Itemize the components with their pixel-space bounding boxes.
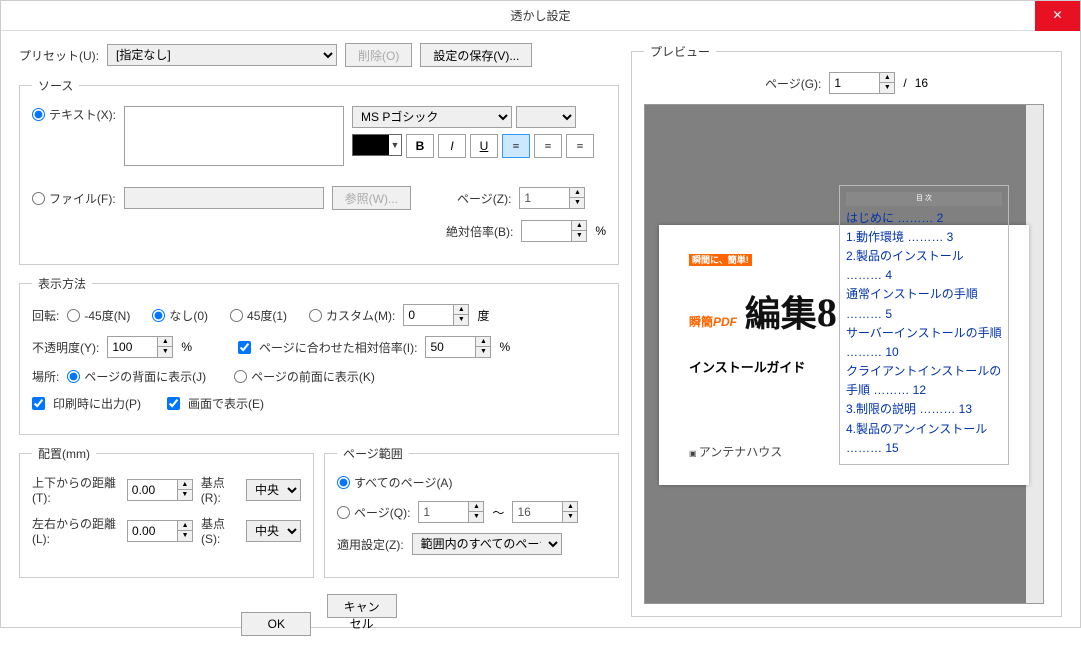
left-distance-input[interactable] [127, 520, 177, 542]
preview-page-spinner[interactable]: ▲▼ [829, 72, 895, 94]
up-icon: ▲ [570, 188, 584, 198]
loc-front-radio[interactable] [234, 370, 247, 383]
range-from-spinner[interactable]: ▲▼ [418, 501, 484, 523]
opacity-unit: % [181, 340, 192, 354]
doc-brand: ▣ アンテナハウス [689, 443, 782, 460]
top-distance-spinner[interactable]: ▲▼ [127, 479, 193, 501]
preview-group: プレビュー ページ(G): ▲▼ / 16 瞬間に、簡単! 瞬簡PDF 編集8 … [631, 43, 1062, 617]
down-icon: ▼ [570, 198, 584, 208]
range-to-spinner[interactable]: ▲▼ [512, 501, 578, 523]
font-select[interactable]: MS Pゴシック [352, 106, 512, 128]
abs-scale-label: 絶対倍率(B): [446, 223, 513, 240]
bold-button[interactable]: B [406, 134, 434, 158]
source-group: ソース テキスト(X): MS Pゴシック ▼ B I U [19, 77, 619, 265]
rot-n45-radio[interactable] [67, 309, 80, 322]
align-right-button[interactable]: ≡ [566, 134, 594, 158]
relative-scale-input[interactable] [425, 336, 475, 358]
source-text-radio[interactable] [32, 108, 45, 121]
source-page-label: ページ(Z): [457, 190, 511, 207]
relative-scale-spinner[interactable]: ▲▼ [425, 336, 491, 358]
rotation-spinner[interactable]: ▲▼ [403, 304, 469, 326]
align-left-button[interactable]: ≡ [502, 134, 530, 158]
preview-legend: プレビュー [644, 43, 716, 60]
origin-r-select[interactable]: 中央 [246, 479, 301, 501]
loc-behind-radio[interactable] [67, 370, 80, 383]
browse-button: 参照(W)... [332, 186, 411, 210]
delete-button: 削除(O) [345, 43, 412, 67]
abs-scale-spinner[interactable]: ▲▼ [521, 220, 587, 242]
position-group: 配置(mm) 上下からの距離(T): ▲▼ 基点(R): 中央 左右からの距離(… [19, 445, 314, 578]
source-file-label: ファイル(F): [49, 190, 116, 207]
range-to-input [512, 501, 562, 523]
abs-scale-unit: % [595, 224, 606, 238]
opacity-label: 不透明度(Y): [32, 339, 99, 356]
rot-none-radio[interactable] [152, 309, 165, 322]
source-page-input [519, 187, 569, 209]
print-checkbox[interactable] [32, 397, 45, 410]
rot-p45-radio[interactable] [230, 309, 243, 322]
preset-select[interactable]: [指定なし] [107, 44, 337, 66]
relative-scale-label: ページに合わせた相対倍率(I): [259, 339, 417, 356]
relative-scale-unit: % [499, 340, 510, 354]
titlebar: 透かし設定 ✕ [1, 1, 1080, 31]
display-group: 表示方法 回転: -45度(N) なし(0) 45度(1) カスタム(M): ▲… [19, 275, 619, 435]
location-label: 場所: [32, 368, 59, 385]
preview-document-page: 瞬間に、簡単! 瞬簡PDF 編集8 インストールガイド 目 次 はじめに ………… [659, 225, 1029, 485]
align-center-button[interactable]: ≡ [534, 134, 562, 158]
cancel-button[interactable]: キャンセル [327, 594, 397, 618]
screen-checkbox[interactable] [167, 397, 180, 410]
left-distance-spinner[interactable]: ▲▼ [127, 520, 193, 542]
rotation-unit: 度 [477, 307, 489, 324]
page-range-group: ページ範囲 すべてのページ(A) ページ(Q): ▲▼ ～ ▲▼ [324, 445, 619, 578]
source-file-radio[interactable] [32, 192, 45, 205]
file-path-input [124, 187, 324, 209]
preset-label: プリセット(U): [19, 47, 99, 64]
range-pages-radio[interactable] [337, 506, 350, 519]
save-settings-button[interactable]: 設定の保存(V)... [420, 43, 532, 67]
rotation-label: 回転: [32, 307, 59, 324]
preview-area: 瞬間に、簡単! 瞬簡PDF 編集8 インストールガイド 目 次 はじめに ………… [644, 104, 1044, 604]
source-legend: ソース [32, 77, 79, 94]
page-range-legend: ページ範囲 [337, 445, 409, 462]
italic-button[interactable]: I [438, 134, 466, 158]
top-distance-input[interactable] [127, 479, 177, 501]
ok-button[interactable]: OK [241, 612, 311, 636]
dialog-title: 透かし設定 [1, 1, 1080, 31]
relative-scale-checkbox[interactable] [238, 341, 251, 354]
display-legend: 表示方法 [32, 275, 92, 292]
range-all-radio[interactable] [337, 476, 350, 489]
apply-select[interactable]: 範囲内のすべてのページ [412, 533, 562, 555]
watermark-text-input[interactable] [124, 106, 344, 166]
close-icon: ✕ [1052, 8, 1062, 22]
rotation-input[interactable] [403, 304, 453, 326]
opacity-spinner[interactable]: ▲▼ [107, 336, 173, 358]
color-swatch[interactable]: ▼ [352, 134, 402, 156]
source-text-label: テキスト(X): [49, 106, 116, 123]
preview-page-input[interactable] [829, 72, 879, 94]
abs-scale-input [521, 220, 571, 242]
position-legend: 配置(mm) [32, 445, 96, 462]
close-button[interactable]: ✕ [1035, 1, 1080, 31]
font-size-select[interactable] [516, 106, 576, 128]
source-page-spinner[interactable]: ▲▼ [519, 187, 585, 209]
origin-s-select[interactable]: 中央 [246, 520, 301, 542]
range-from-input [418, 501, 468, 523]
doc-toc: 目 次 はじめに ……… 2 1.動作環境 ……… 3 2.製品のインストール … [839, 185, 1009, 465]
rot-custom-radio[interactable] [309, 309, 322, 322]
underline-button[interactable]: U [470, 134, 498, 158]
opacity-input[interactable] [107, 336, 157, 358]
